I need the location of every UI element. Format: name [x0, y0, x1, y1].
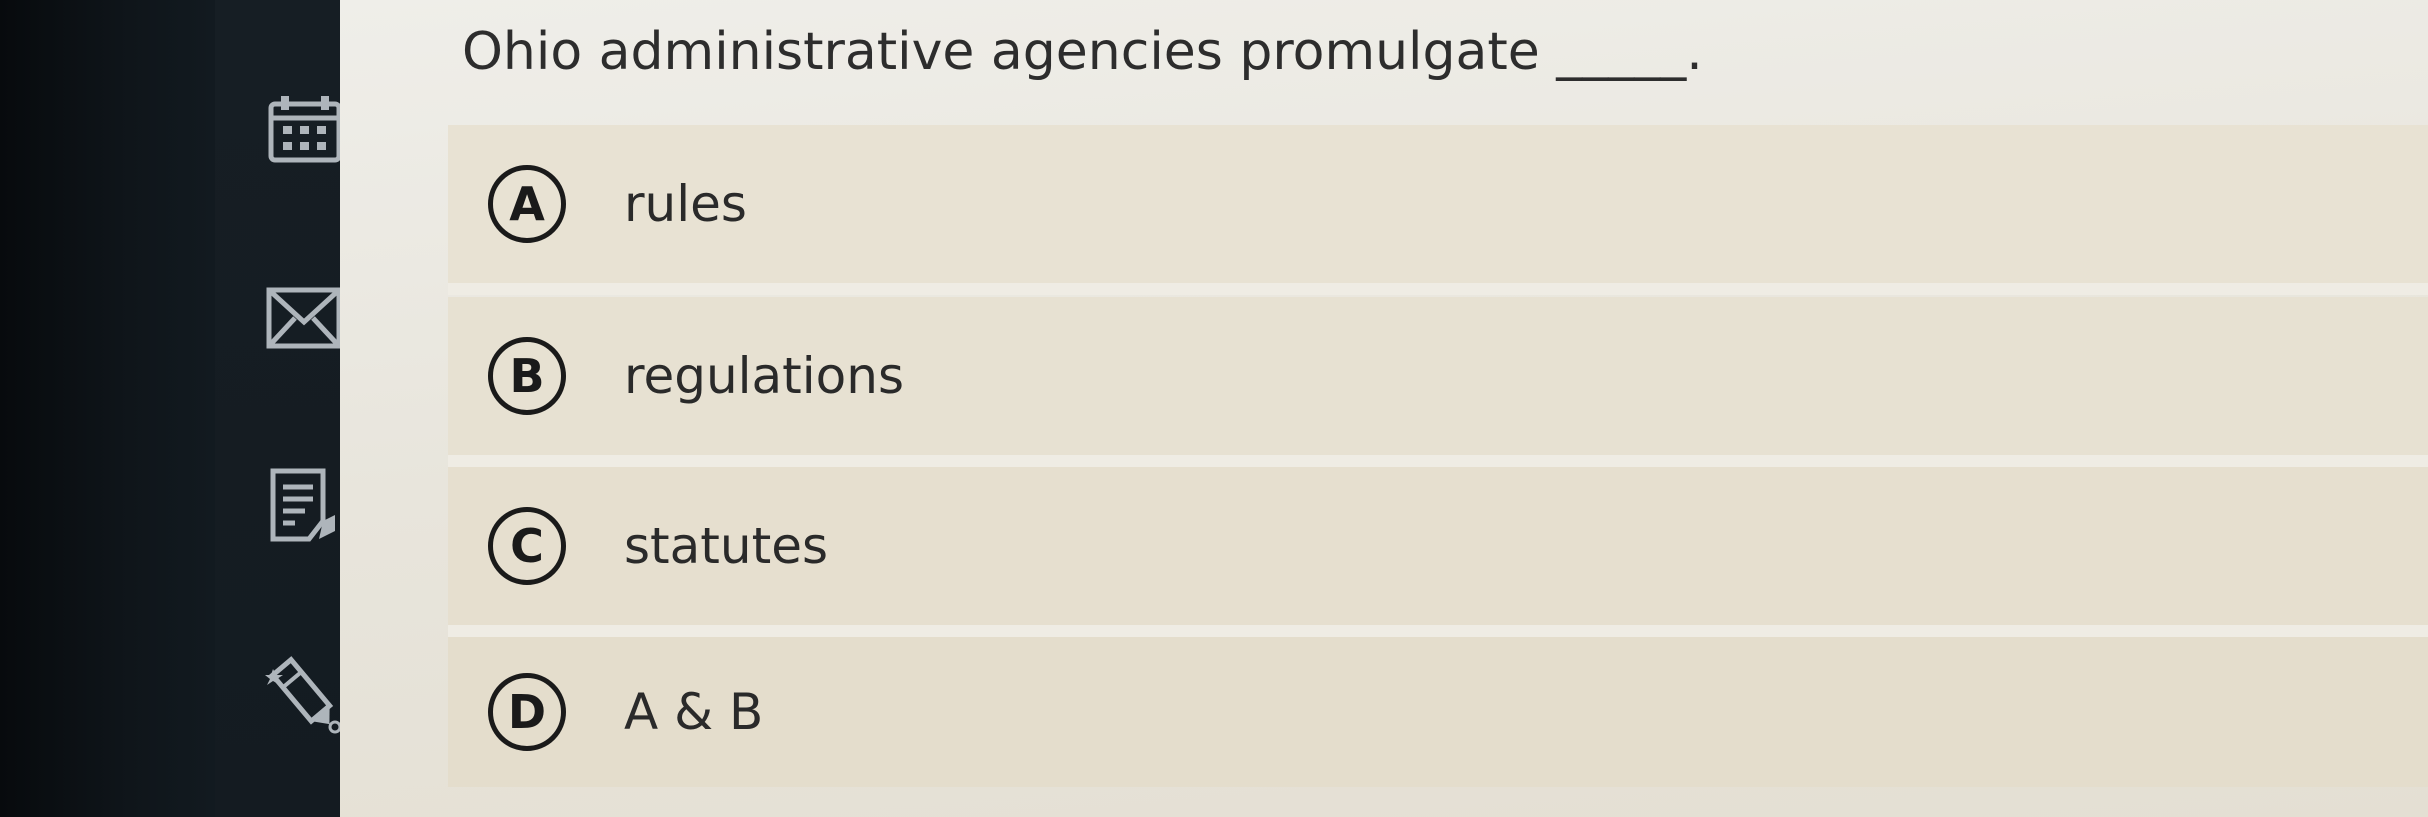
- mail-icon[interactable]: [265, 280, 345, 360]
- question-text: Ohio administrative agencies promulgate …: [462, 22, 1703, 82]
- option-divider: [448, 283, 2428, 295]
- option-label: statutes: [624, 517, 829, 575]
- option-d[interactable]: D A & B: [448, 637, 2428, 787]
- pencil-icon[interactable]: [265, 655, 345, 735]
- option-letter-badge: A: [488, 165, 566, 243]
- option-label: rules: [624, 175, 747, 233]
- option-divider: [448, 455, 2428, 467]
- calendar-icon[interactable]: [265, 90, 345, 170]
- option-a[interactable]: A rules: [448, 125, 2428, 283]
- screen-bezel: [0, 0, 215, 817]
- option-c[interactable]: C statutes: [448, 467, 2428, 625]
- option-label: regulations: [624, 347, 905, 405]
- option-letter-badge: C: [488, 507, 566, 585]
- screen: Ohio administrative agencies promulgate …: [0, 0, 2428, 817]
- option-label: A & B: [624, 683, 764, 741]
- option-divider: [448, 625, 2428, 637]
- option-letter-badge: D: [488, 673, 566, 751]
- option-letter-badge: B: [488, 337, 566, 415]
- notes-icon[interactable]: [265, 465, 345, 545]
- option-b[interactable]: B regulations: [448, 297, 2428, 455]
